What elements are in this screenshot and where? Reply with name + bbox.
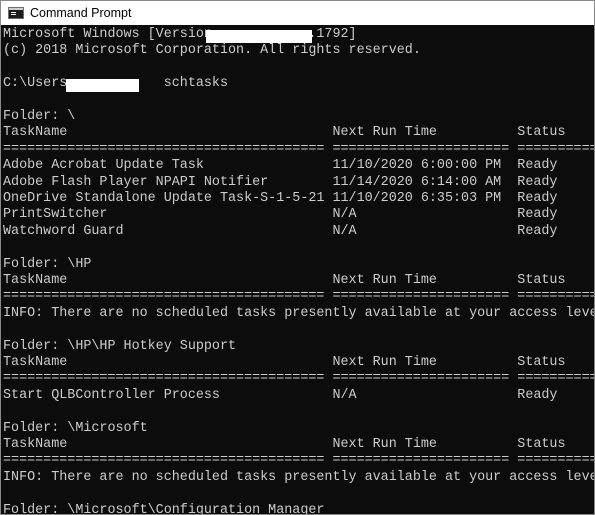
title-bar[interactable]: Command Prompt: [1, 1, 594, 25]
console-line: Adobe Flash Player NPAPI Notifier 11/14/…: [3, 174, 558, 190]
console-line: INFO: There are no scheduled tasks prese…: [3, 305, 594, 321]
console-line: Folder: \Microsoft: [3, 420, 148, 436]
console-line: Folder: \HP\HP Hotkey Support: [3, 338, 237, 354]
console-line: OneDrive Standalone Update Task-S-1-5-21…: [3, 191, 558, 206]
window-title: Command Prompt: [30, 6, 132, 20]
console-line: ========================================…: [3, 371, 594, 387]
console-line: ========================================…: [3, 141, 594, 157]
console-line: ========================================…: [3, 289, 594, 305]
console-line: Watchword Guard N/A Ready: [3, 223, 558, 239]
command-prompt-window: Command Prompt Microsoft Windows [Versio…: [0, 0, 595, 515]
console-output[interactable]: Microsoft Windows [Version .1792] (c) 201…: [1, 25, 594, 514]
console-line: TaskName Next Run Time Status: [3, 273, 566, 288]
terminal-icon: [8, 7, 24, 19]
console-line: PrintSwitcher N/A Ready: [3, 207, 558, 223]
console-line: Folder: \HP: [3, 256, 92, 272]
console-line: ========================================…: [3, 453, 594, 469]
redaction-block: [66, 79, 139, 92]
console-line: Start QLBController Process N/A Ready: [3, 387, 558, 403]
console-line: INFO: There are no scheduled tasks prese…: [3, 469, 594, 485]
console-line: Folder: \Microsoft\Configuration Manager: [3, 502, 325, 514]
console-line: TaskName Next Run Time Status: [3, 355, 566, 370]
console-line: (c) 2018 Microsoft Corporation. All righ…: [3, 43, 421, 59]
console-line: TaskName Next Run Time Status: [3, 437, 566, 452]
console-line: Folder: \: [3, 109, 76, 124]
console-line: TaskName Next Run Time Status: [3, 125, 566, 141]
redaction-block: [206, 30, 312, 43]
console-line: Adobe Acrobat Update Task 11/10/2020 6:0…: [3, 158, 558, 174]
